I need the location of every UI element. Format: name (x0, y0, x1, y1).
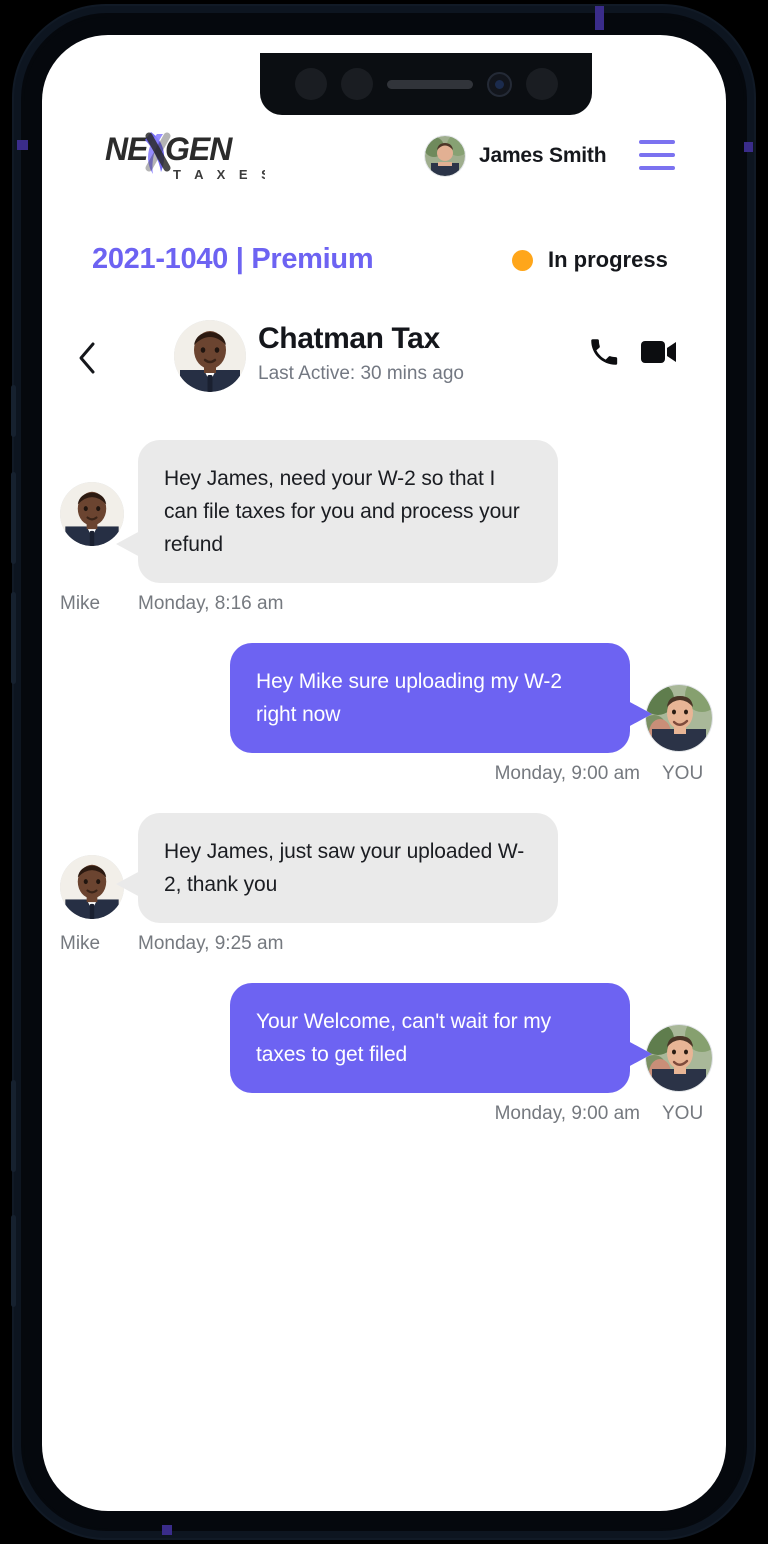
device-notch (260, 53, 592, 115)
status-badge: In progress (512, 247, 668, 273)
message-meta: Monday, 9:00 am YOU (62, 763, 710, 785)
message-sender: YOU (662, 1103, 704, 1124)
phone-screen: NE GEN T A X E S James Smith 2021-1040 |… (42, 35, 726, 1511)
case-status-row: 2021-1040 | Premium In progress (42, 243, 726, 299)
frame-accent-mark-top (595, 6, 604, 30)
message-bubble: Hey James, just saw your uploaded W-2, t… (116, 813, 558, 923)
message-item: Hey James, just saw your uploaded W-2, t… (42, 813, 726, 955)
device-side-button-volume-down[interactable] (11, 592, 16, 684)
contact-avatar-mike-icon (174, 320, 246, 392)
case-title: 2021-1040 | Premium (92, 243, 374, 275)
message-bubble: Hey Mike sure uploading my W-2 right now (230, 643, 652, 753)
message-meta: Monday, 9:00 am YOU (62, 1103, 710, 1125)
call-actions-group (587, 335, 677, 369)
message-bubble: Hey James, need your W-2 so that I can f… (116, 440, 558, 583)
status-dot-icon (512, 249, 533, 271)
contact-info: Chatman Tax Last Active: 30 mins ago (258, 320, 464, 388)
device-side-button-extra-1[interactable] (11, 1080, 16, 1172)
face-id-sensor-icon (525, 68, 558, 100)
video-camera-icon[interactable] (641, 337, 677, 367)
hamburger-menu-icon[interactable] (639, 140, 675, 170)
message-timestamp: Monday, 9:25 am (138, 933, 284, 954)
proximity-sensor-icon (294, 68, 327, 100)
user-name-label: James Smith (479, 144, 607, 167)
chat-header: Chatman Tax Last Active: 30 mins ago (42, 320, 726, 412)
nexgen-taxes-logo[interactable]: NE GEN T A X E S (105, 128, 265, 186)
svg-text:GEN: GEN (165, 131, 233, 167)
svg-text:T A X E S: T A X E S (173, 167, 265, 182)
user-avatar-james-icon (646, 1025, 712, 1091)
message-sender: Mike (60, 593, 101, 614)
message-meta: Mike Monday, 9:25 am (60, 933, 706, 955)
ambient-light-sensor-icon (340, 68, 373, 100)
message-list: Hey James, need your W-2 so that I can f… (42, 440, 726, 1153)
message-item: Hey Mike sure uploading my W-2 right now… (42, 643, 726, 785)
device-side-button-extra-2[interactable] (11, 1215, 16, 1307)
message-timestamp: Monday, 9:00 am (494, 763, 640, 784)
chevron-left-icon[interactable] (72, 340, 102, 376)
status-label: In progress (548, 247, 668, 272)
earpiece-speaker-icon (386, 79, 473, 89)
user-avatar-james-icon (646, 685, 712, 751)
app-top-bar: NE GEN T A X E S James Smith (42, 128, 726, 212)
message-timestamp: Monday, 9:00 am (494, 1103, 640, 1124)
user-account-chip[interactable]: James Smith (425, 136, 607, 176)
svg-text:NE: NE (105, 131, 150, 167)
device-side-button-volume-up[interactable] (11, 472, 16, 564)
message-timestamp: Monday, 8:16 am (138, 593, 284, 614)
contact-avatar-mike-icon (60, 855, 124, 919)
message-sender: Mike (60, 933, 101, 954)
message-sender: YOU (662, 763, 704, 784)
frame-accent-mark-left (17, 140, 28, 150)
contact-avatar-mike-icon (60, 482, 124, 546)
contact-name: Chatman Tax (258, 322, 440, 355)
phone-call-icon[interactable] (587, 335, 621, 369)
device-side-button-mute[interactable] (11, 385, 16, 437)
frame-accent-mark-right (744, 142, 753, 152)
front-camera-icon (486, 71, 512, 97)
contact-last-active: Last Active: 30 mins ago (258, 363, 464, 384)
message-bubble: Your Welcome, can't wait for my taxes to… (230, 983, 652, 1093)
message-item: Hey James, need your W-2 so that I can f… (42, 440, 726, 615)
message-item: Your Welcome, can't wait for my taxes to… (42, 983, 726, 1125)
user-avatar-james-icon (425, 136, 465, 176)
frame-accent-mark-bottom (162, 1525, 172, 1535)
message-meta: Mike Monday, 8:16 am (60, 593, 706, 615)
